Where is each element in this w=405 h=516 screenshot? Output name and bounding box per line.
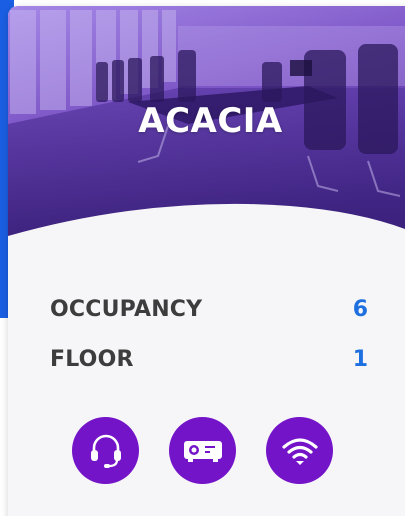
amenity-icons xyxy=(8,417,397,484)
floor-value: 1 xyxy=(352,346,368,372)
headset-icon xyxy=(90,434,121,468)
room-card-page: ACACIA OCCUPANCY 6 FLOOR 1 xyxy=(0,0,405,516)
occupancy-label: OCCUPANCY xyxy=(50,296,203,322)
projector-amenity-button[interactable] xyxy=(169,417,236,484)
wifi-amenity-button[interactable] xyxy=(266,417,333,484)
room-card[interactable]: ACACIA OCCUPANCY 6 FLOOR 1 xyxy=(8,6,405,516)
floor-label: FLOOR xyxy=(50,346,134,372)
room-details: OCCUPANCY 6 FLOOR 1 xyxy=(50,284,368,384)
projector-icon xyxy=(183,440,222,462)
room-hero-image: ACACIA xyxy=(8,6,405,246)
occupancy-value: 6 xyxy=(352,296,368,322)
wifi-icon xyxy=(281,437,318,465)
headset-amenity-button[interactable] xyxy=(72,417,139,484)
detail-row-floor: FLOOR 1 xyxy=(50,334,368,384)
detail-row-occupancy: OCCUPANCY 6 xyxy=(50,284,368,334)
room-name-title: ACACIA xyxy=(138,101,283,141)
